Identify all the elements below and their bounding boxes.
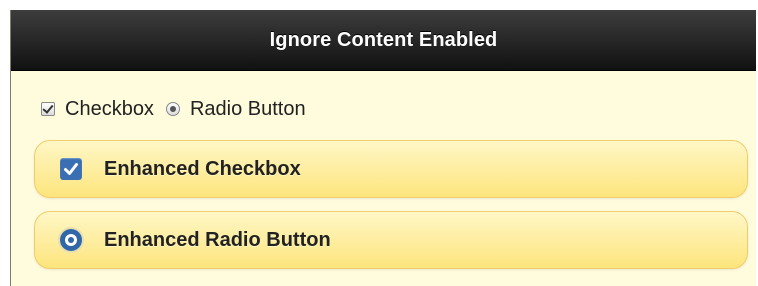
radio-dot-icon bbox=[60, 229, 82, 251]
plain-controls-row: Checkbox Radio Button bbox=[41, 97, 306, 121]
radio-button-label[interactable]: Radio Button bbox=[190, 98, 306, 121]
enhanced-checkbox[interactable]: Enhanced Checkbox bbox=[34, 140, 748, 198]
checkmark-icon bbox=[60, 158, 82, 180]
page-header: Ignore Content Enabled bbox=[11, 10, 756, 71]
enhanced-checkbox-label: Enhanced Checkbox bbox=[104, 157, 301, 180]
enhanced-radio-button[interactable]: Enhanced Radio Button bbox=[34, 211, 748, 269]
radio-selected-icon[interactable] bbox=[165, 102, 180, 116]
page-container: Ignore Content Enabled Checkbox Radio Bu… bbox=[10, 10, 756, 286]
enhanced-radio-label: Enhanced Radio Button bbox=[104, 228, 331, 251]
checkbox-checked-icon[interactable] bbox=[41, 102, 55, 116]
checkbox-label[interactable]: Checkbox bbox=[65, 98, 154, 121]
page-title: Ignore Content Enabled bbox=[269, 28, 498, 51]
